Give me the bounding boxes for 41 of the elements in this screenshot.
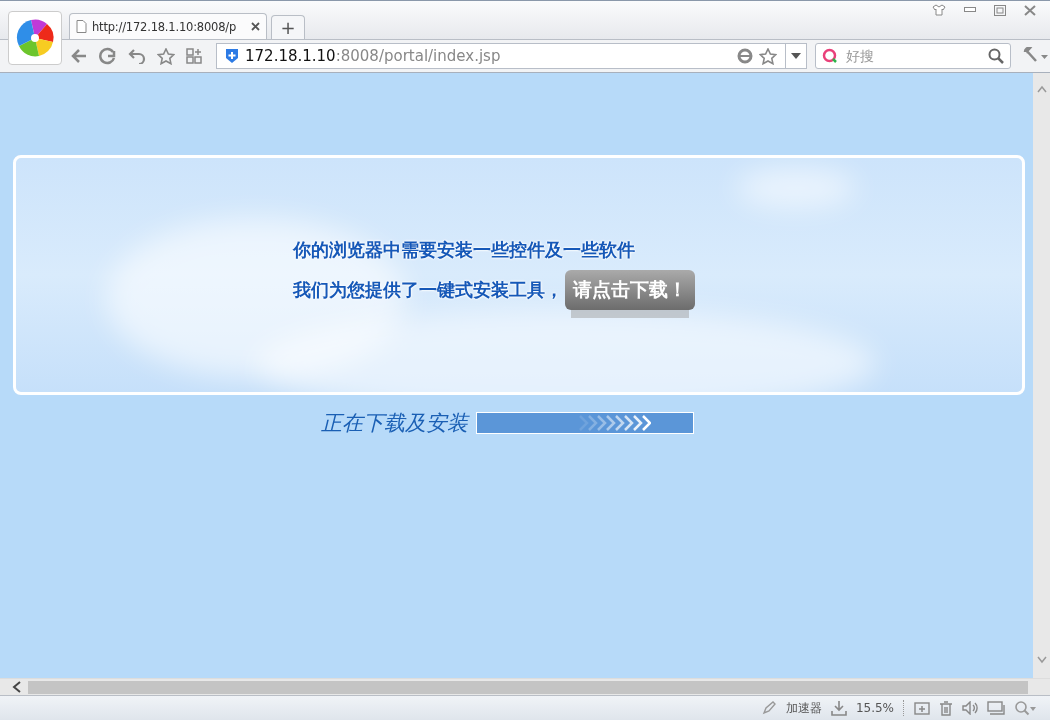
maximize-icon[interactable] [994, 4, 1006, 16]
search-input[interactable]: 好搜 [844, 47, 982, 65]
chevron-left-icon[interactable] [12, 681, 22, 693]
shield-icon [225, 48, 239, 64]
horizontal-scrollbar[interactable] [0, 678, 1050, 695]
speaker-icon[interactable] [962, 701, 978, 715]
star-icon[interactable] [157, 47, 175, 65]
trash-icon[interactable] [939, 700, 953, 716]
search-field[interactable]: 好搜 [815, 43, 1011, 69]
caret-icon [791, 53, 801, 59]
banner-text: 我们为您提供了一键式安装工具， [293, 278, 563, 302]
progress-label: 正在下载及安装 [321, 410, 468, 437]
ring-logo-icon [822, 48, 838, 64]
monitor-icon[interactable] [987, 701, 1005, 715]
shirt-icon[interactable] [932, 4, 946, 16]
pinwheel-logo-icon [8, 11, 62, 65]
banner-text: 你的浏览器中需要安装一些控件及一些软件 [293, 238, 636, 262]
undo-icon[interactable] [128, 48, 146, 64]
download-icon[interactable] [830, 700, 847, 716]
minimize-icon[interactable] [964, 7, 976, 13]
medical-kit-icon[interactable] [914, 701, 930, 715]
browser-tab[interactable]: http://172.18.1.10:8008/p [69, 13, 267, 39]
vertical-scrollbar[interactable] [1033, 73, 1050, 678]
close-icon[interactable] [1024, 4, 1036, 16]
close-icon[interactable] [251, 22, 260, 31]
accelerator-label[interactable]: 加速器 [785, 699, 822, 717]
refresh-icon[interactable] [99, 47, 117, 65]
dropdown-button[interactable] [785, 43, 807, 69]
address-bar[interactable]: 172.18.1.10:8008/portal/index.jsp [216, 43, 786, 69]
chevron-up-icon[interactable] [1036, 85, 1047, 93]
download-percent: 15.5% [855, 701, 894, 715]
star-icon[interactable] [759, 47, 777, 65]
page-icon [76, 20, 87, 33]
chevron-down-icon[interactable] [1036, 656, 1047, 664]
tab-title: http://172.18.1.10:8008/p [92, 19, 238, 34]
back-arrow-icon[interactable] [70, 48, 88, 64]
url-text: 172.18.1.10:8008/portal/index.jsp [245, 47, 501, 65]
search-icon[interactable] [988, 48, 1004, 64]
new-tab-button[interactable]: + [271, 15, 305, 39]
zoom-icon[interactable] [1014, 700, 1036, 716]
grid-icon[interactable] [186, 48, 202, 64]
